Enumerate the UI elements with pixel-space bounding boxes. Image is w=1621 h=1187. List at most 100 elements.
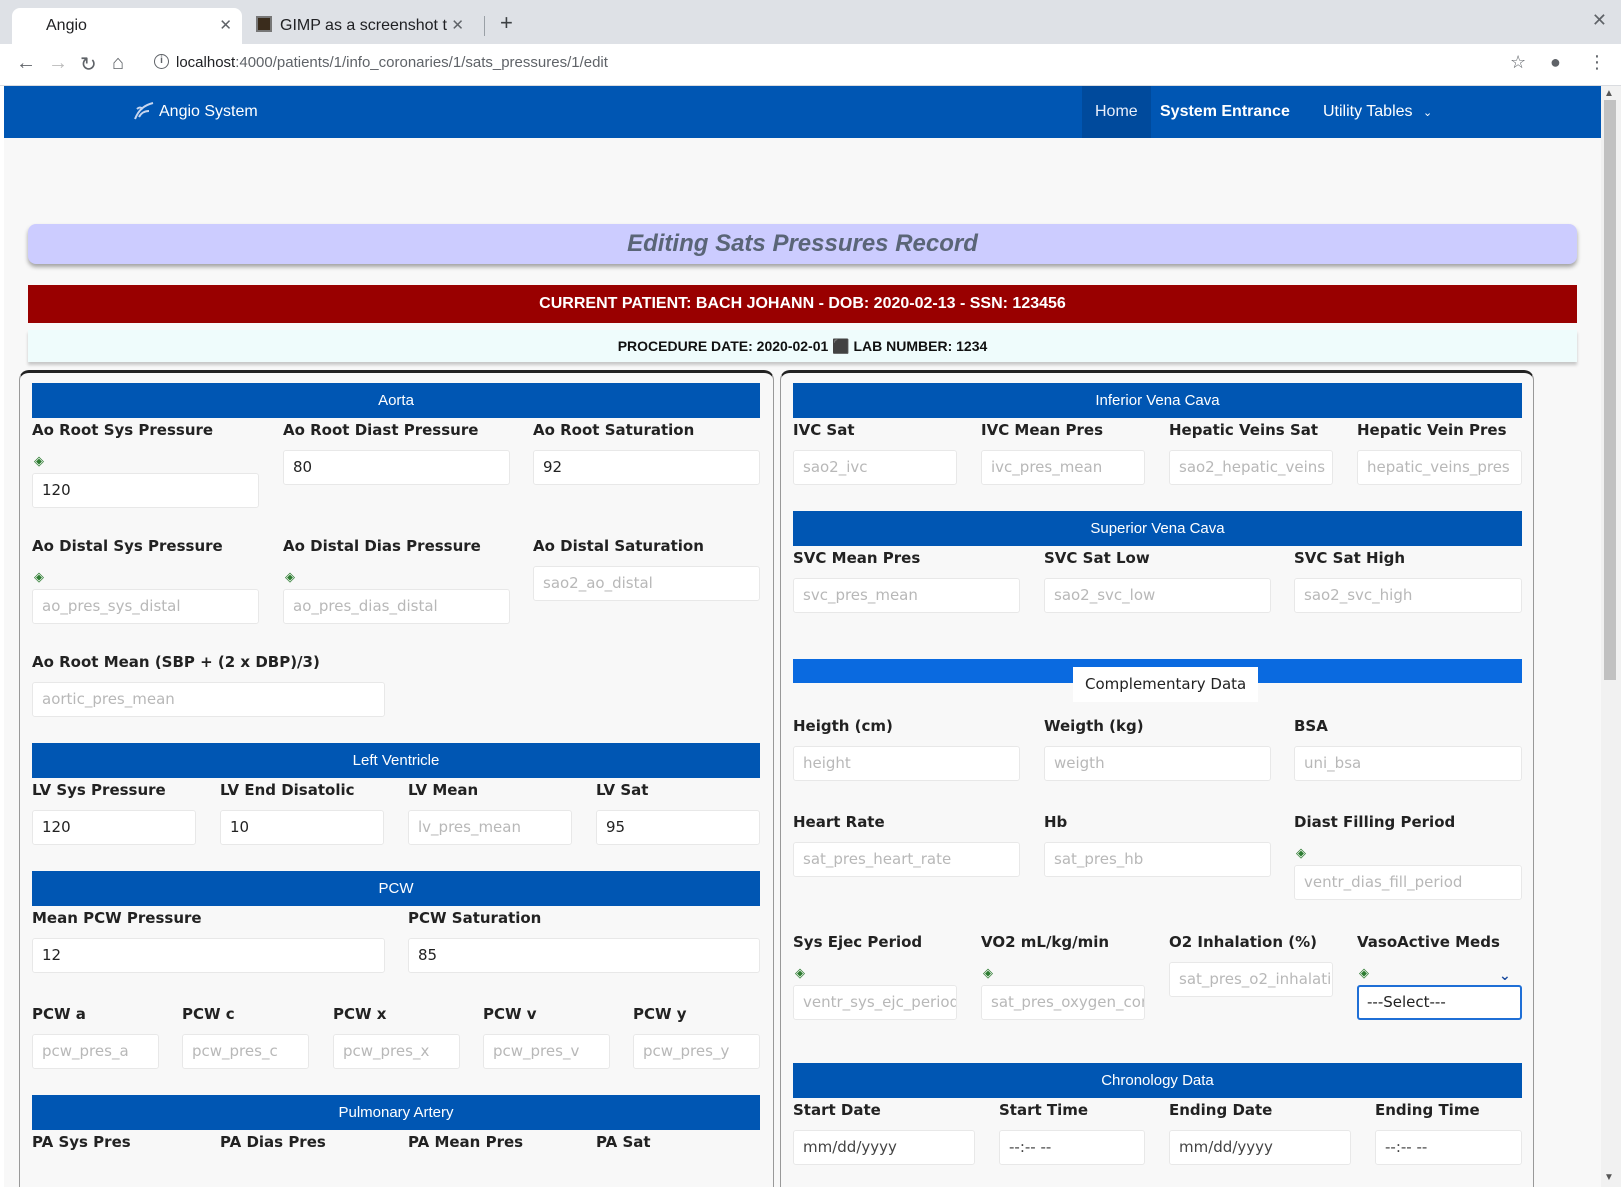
pcw-sat-input[interactable]: 85 — [408, 938, 760, 973]
lv-mean-input[interactable]: lv_pres_mean — [408, 810, 572, 845]
hb-label: Hb — [1044, 813, 1068, 831]
start-time-input[interactable]: --:-- -- — [999, 1130, 1145, 1165]
menu-kebab-icon[interactable]: ⋮ — [1588, 52, 1606, 73]
ao-distal-dias-input[interactable]: ao_pres_dias_distal — [283, 589, 510, 624]
ao-root-sat-input[interactable]: 92 — [533, 450, 760, 485]
weight-label: Weigth (kg) — [1044, 717, 1144, 735]
section-pulmonary-artery: Pulmonary Artery — [32, 1095, 760, 1130]
start-date-input[interactable]: mm/dd/yyyy — [793, 1130, 975, 1165]
svc-mean-input[interactable]: svc_pres_mean — [793, 578, 1020, 613]
hb-input[interactable]: sat_pres_hb — [1044, 842, 1271, 877]
pcw-y-input[interactable]: pcw_pres_y — [633, 1034, 760, 1069]
height-label: Heigth (cm) — [793, 717, 893, 735]
ivc-sat-label: IVC Sat — [793, 421, 855, 439]
hepatic-vein-pres-input[interactable]: hepatic_veins_pres — [1357, 450, 1522, 485]
sys-ejec-period-label: Sys Ejec Period — [793, 933, 923, 951]
reload-icon[interactable]: ↻ — [80, 52, 97, 77]
sys-ejec-period-input[interactable]: ventr_sys_ejc_period — [793, 985, 957, 1020]
right-panel: Inferior Vena Cava IVC Sat sao2_ivc IVC … — [780, 370, 1534, 1187]
ivc-sat-input[interactable]: sao2_ivc — [793, 450, 957, 485]
ending-date-input[interactable]: mm/dd/yyyy — [1169, 1130, 1351, 1165]
ao-root-mean-input[interactable]: aortic_pres_mean — [32, 682, 385, 717]
bsa-input[interactable]: uni_bsa — [1294, 746, 1522, 781]
forward-icon[interactable]: → — [48, 52, 68, 75]
vasoactive-meds-select[interactable]: ---Select--- — [1357, 985, 1522, 1020]
ivc-mean-label: IVC Mean Pres — [981, 421, 1104, 439]
pcw-c-input[interactable]: pcw_pres_c — [182, 1034, 309, 1069]
address-bar[interactable]: localhost:4000/patients/1/info_coronarie… — [176, 54, 608, 71]
ao-distal-sat-input[interactable]: sao2_ao_distal — [533, 566, 760, 601]
diamond-icon: ◈ — [285, 569, 295, 584]
pa-sat-label: PA Sat — [596, 1133, 651, 1151]
bookmark-star-icon[interactable]: ☆ — [1510, 52, 1526, 73]
hepatic-veins-sat-input[interactable]: sao2_hepatic_veins — [1169, 450, 1333, 485]
lv-sys-input[interactable]: 120 — [32, 810, 196, 845]
pcw-sat-label: PCW Saturation — [408, 909, 542, 927]
browser-tab-gimp[interactable]: GIMP as a screenshot t ✕ — [244, 8, 474, 44]
account-icon[interactable]: ● — [1550, 52, 1561, 73]
section-inferior-vena-cava: Inferior Vena Cava — [793, 383, 1522, 418]
url-path: :4000/patients/1/info_coronaries/1/sats_… — [235, 54, 608, 71]
close-icon[interactable]: ✕ — [451, 8, 464, 44]
o2-inhalation-input[interactable]: sat_pres_o2_inhalatio — [1169, 962, 1333, 997]
start-date-label: Start Date — [793, 1101, 881, 1119]
complementary-data-label: Complementary Data — [1073, 667, 1259, 702]
section-superior-vena-cava: Superior Vena Cava — [793, 511, 1522, 546]
ao-distal-sys-input[interactable]: ao_pres_sys_distal — [32, 589, 259, 624]
scroll-up-icon[interactable]: ▲ — [1604, 88, 1614, 99]
new-tab-icon[interactable]: + — [500, 10, 513, 36]
pcw-a-label: PCW a — [32, 1005, 86, 1023]
diamond-icon: ◈ — [983, 965, 993, 980]
heart-rate-input[interactable]: sat_pres_heart_rate — [793, 842, 1020, 877]
bsa-label: BSA — [1294, 717, 1328, 735]
app-navbar: Angio System Home System Entrance Utilit… — [4, 86, 1601, 138]
ao-root-diast-input[interactable]: 80 — [283, 450, 510, 485]
nav-home[interactable]: Home — [1082, 86, 1151, 138]
chevron-down-icon[interactable]: ⌄ — [1499, 967, 1511, 984]
gimp-favicon-icon — [256, 16, 272, 32]
vo2-input[interactable]: sat_pres_oxygen_cons — [981, 985, 1145, 1020]
scroll-down-icon[interactable]: ▼ — [1604, 1172, 1614, 1183]
nav-system-entrance[interactable]: System Entrance — [1147, 86, 1303, 138]
ao-root-sys-input[interactable]: 120 — [32, 473, 259, 508]
pcw-mean-input[interactable]: 12 — [32, 938, 385, 973]
svc-sat-high-label: SVC Sat High — [1294, 549, 1406, 567]
window-close-icon[interactable]: ✕ — [1592, 10, 1607, 31]
browser-tab-angio[interactable]: Angio ✕ — [12, 8, 242, 44]
pa-mean-label: PA Mean Pres — [408, 1133, 524, 1151]
home-icon[interactable]: ⌂ — [112, 52, 124, 75]
section-aorta: Aorta — [32, 383, 760, 418]
pcw-v-label: PCW v — [483, 1005, 537, 1023]
close-icon[interactable]: ✕ — [219, 8, 232, 44]
pcw-x-label: PCW x — [333, 1005, 387, 1023]
nav-utility-tables[interactable]: Utility Tables ⌄ — [1310, 86, 1445, 138]
ivc-mean-input[interactable]: ivc_pres_mean — [981, 450, 1145, 485]
page-content: Editing Sats Pressures Record CURRENT PA… — [4, 138, 1601, 1187]
svc-sat-high-input[interactable]: sao2_svc_high — [1294, 578, 1522, 613]
pcw-v-input[interactable]: pcw_pres_v — [483, 1034, 610, 1069]
height-input[interactable]: height — [793, 746, 1020, 781]
brand[interactable]: Angio System — [131, 86, 258, 138]
pcw-a-input[interactable]: pcw_pres_a — [32, 1034, 159, 1069]
pcw-x-input[interactable]: pcw_pres_x — [333, 1034, 460, 1069]
vo2-label: VO2 mL/kg/min — [981, 933, 1110, 951]
diamond-icon: ◈ — [34, 453, 44, 468]
section-pcw: PCW — [32, 871, 760, 906]
vasoactive-meds-label: VasoActive Meds — [1357, 933, 1500, 951]
lv-sat-label: LV Sat — [596, 781, 649, 799]
browser-tabbar: Angio ✕ GIMP as a screenshot t ✕ + ✕ — [0, 0, 1621, 44]
scrollbar-thumb[interactable] — [1604, 100, 1616, 680]
lv-sys-label: LV Sys Pressure — [32, 781, 166, 799]
lv-end-input[interactable]: 10 — [220, 810, 384, 845]
lv-sat-input[interactable]: 95 — [596, 810, 760, 845]
ao-distal-sys-label: Ao Distal Sys Pressure — [32, 537, 223, 555]
weight-input[interactable]: weigth — [1044, 746, 1271, 781]
svc-sat-low-input[interactable]: sao2_svc_low — [1044, 578, 1271, 613]
heart-rate-label: Heart Rate — [793, 813, 885, 831]
ending-time-input[interactable]: --:-- -- — [1375, 1130, 1522, 1165]
pcw-y-label: PCW y — [633, 1005, 687, 1023]
diamond-icon: ◈ — [1296, 845, 1306, 860]
site-info-icon[interactable]: i — [154, 54, 169, 69]
diast-filling-period-input[interactable]: ventr_dias_fill_period — [1294, 865, 1522, 900]
back-icon[interactable]: ← — [16, 52, 36, 75]
